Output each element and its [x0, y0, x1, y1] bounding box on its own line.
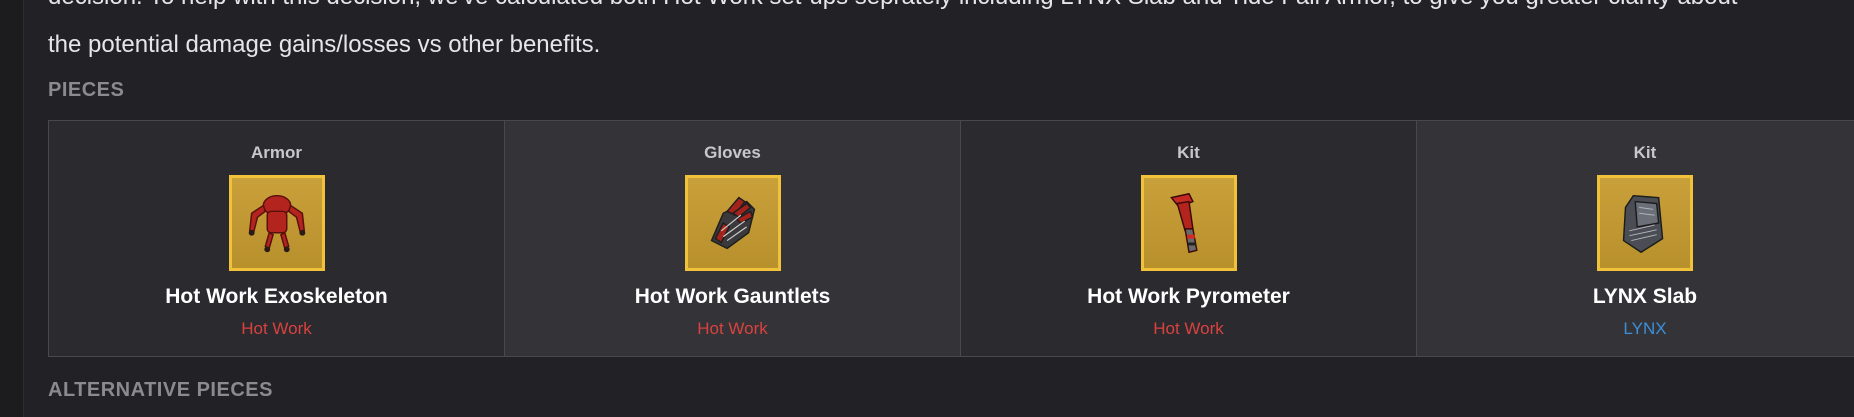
- piece-slot-label: Kit: [1177, 143, 1200, 162]
- article-paragraph-line: the potential damage gains/losses vs oth…: [48, 31, 601, 58]
- piece-name[interactable]: Hot Work Pyrometer: [1087, 285, 1290, 309]
- piece-card-pyrometer[interactable]: Kit Hot Work Pyrometer Hot Work: [961, 121, 1417, 356]
- piece-card-lynx-slab[interactable]: Kit LYNX Slab LYNX: [1417, 121, 1854, 356]
- piece-set-label[interactable]: Hot Work: [1153, 319, 1224, 339]
- pieces-grid: Armor Hot Work Exoskeleton Hot Work Glov…: [48, 120, 1854, 357]
- pieces-heading: PIECES: [48, 79, 125, 101]
- piece-name[interactable]: Hot Work Exoskeleton: [165, 285, 388, 309]
- page: decision. To help with this decision, we…: [0, 0, 1854, 417]
- alternative-pieces-heading: ALTERNATIVE PIECES: [48, 379, 273, 401]
- piece-slot-label: Kit: [1633, 143, 1657, 162]
- piece-card-exoskeleton[interactable]: Armor Hot Work Exoskeleton Hot Work: [49, 121, 505, 356]
- piece-set-label[interactable]: Hot Work: [241, 319, 312, 339]
- exoskeleton-icon[interactable]: [228, 175, 325, 271]
- pyrometer-icon[interactable]: [1140, 175, 1237, 271]
- gauntlets-icon[interactable]: [684, 175, 781, 271]
- piece-set-label[interactable]: Hot Work: [697, 319, 768, 339]
- piece-slot-label: Armor: [250, 143, 302, 162]
- piece-name[interactable]: Hot Work Gauntlets: [635, 285, 831, 309]
- piece-name[interactable]: LYNX Slab: [1593, 285, 1697, 309]
- piece-set-label[interactable]: LYNX: [1623, 319, 1666, 339]
- piece-card-gauntlets[interactable]: Gloves Hot Work Gauntlets Hot Work: [505, 121, 961, 356]
- article-paragraph-line: decision. To help with this decision, we…: [48, 0, 1737, 18]
- piece-slot-label: Gloves: [704, 143, 761, 162]
- left-rail: [0, 0, 24, 417]
- slab-icon[interactable]: [1597, 175, 1693, 271]
